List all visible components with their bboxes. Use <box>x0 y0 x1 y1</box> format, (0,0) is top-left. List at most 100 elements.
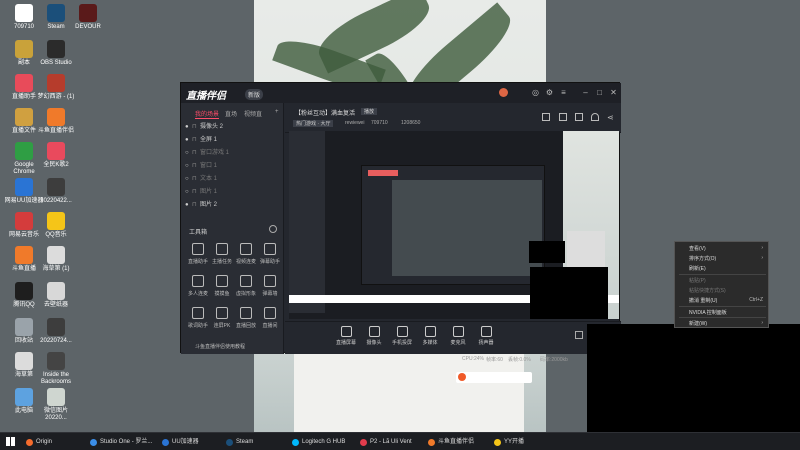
toolbox-item[interactable]: 视频连麦 <box>233 243 259 265</box>
toolbox-item[interactable]: 主播任务 <box>209 243 235 265</box>
lock-icon[interactable] <box>559 113 567 121</box>
lock-icon[interactable]: ⊓ <box>192 186 200 198</box>
app-icon <box>47 318 65 336</box>
desktop-icon[interactable]: QQ音乐 <box>36 212 76 239</box>
toolbox-item[interactable]: 摸摸鱼 <box>209 275 235 297</box>
desktop-icon-label: 回收站 <box>14 338 33 344</box>
taskbar-item[interactable]: P2 - Lã Uli Vent <box>360 437 412 448</box>
taskbar-item[interactable]: UU加速器 <box>162 437 199 448</box>
windows-start-icon[interactable] <box>6 437 15 446</box>
scene-source-row[interactable]: ○ ⊓ 图片 1 <box>185 186 281 198</box>
minimize-icon[interactable]: – <box>581 88 590 97</box>
scene-source-row[interactable]: ○ ⊓ 文本 1 <box>185 173 281 185</box>
tab-scene-3[interactable]: 视频直 <box>244 109 262 118</box>
context-menu-item[interactable]: 撤消 重制(U) Ctrl+Z <box>689 297 767 304</box>
taskbar-item[interactable]: Logitech G HUB <box>292 437 345 448</box>
taskbar-item[interactable]: YY开播 <box>494 437 524 448</box>
menu-icon[interactable]: ≡ <box>559 88 568 97</box>
lock-icon[interactable]: ⊓ <box>192 160 200 172</box>
lock-icon[interactable]: ⊓ <box>192 134 200 146</box>
lock-icon[interactable]: ⊓ <box>192 147 200 159</box>
toolbox-item[interactable]: 弹幕墙 <box>257 275 283 297</box>
context-menu-item[interactable]: 刷新(E) <box>689 265 767 272</box>
taskbar-item[interactable]: 斗鱼直播伴侣 <box>428 437 474 448</box>
desktop-icon[interactable]: 20220422... <box>36 178 76 205</box>
desktop-icon[interactable]: Inside the Backrooms <box>36 352 76 386</box>
taskbar-item[interactable]: Studio One - 罗兰... <box>90 437 152 448</box>
lock-icon[interactable]: ⊓ <box>192 199 200 211</box>
context-menu-item[interactable]: 查看(V) › <box>689 245 767 252</box>
toolbox-item[interactable]: 连屏PK <box>209 307 235 329</box>
share-icon[interactable]: ⋖ <box>607 113 614 122</box>
visibility-icon[interactable]: ○ <box>185 147 192 159</box>
app-icon <box>47 74 65 92</box>
visibility-icon[interactable]: ○ <box>185 186 192 198</box>
bottom-right-icon[interactable] <box>575 331 583 339</box>
toolbox-item[interactable]: 弹幕助手 <box>257 243 283 265</box>
app-icon <box>15 4 33 22</box>
tool-label: 弹幕墙 <box>262 291 278 297</box>
toolbox-item[interactable]: 直播间 <box>257 307 283 329</box>
tab-my-scenes[interactable]: 我的场景 <box>195 109 220 119</box>
toolbox-item[interactable]: 多人连麦 <box>185 275 211 297</box>
bell-icon[interactable] <box>591 113 599 121</box>
bottom-source-button[interactable]: 麦克风 <box>443 326 473 346</box>
toolbox-item[interactable]: 虚拟形象 <box>233 275 259 297</box>
title-bar[interactable]: 直播伴侣 新版 ◎ ⚙ ≡ – □ ✕ <box>181 83 621 103</box>
visibility-icon[interactable]: ○ <box>185 173 192 185</box>
app-icon <box>47 282 65 300</box>
toolbox-item[interactable]: 歌词助手 <box>185 307 211 329</box>
scene-source-row[interactable]: ● ⊓ 图片 2 <box>185 199 281 211</box>
avatar-icon[interactable] <box>499 88 508 97</box>
tool-icon <box>264 307 276 319</box>
visibility-icon[interactable]: ● <box>185 199 192 211</box>
gift-icon[interactable] <box>542 113 550 121</box>
toolbox-item[interactable]: 直播助手 <box>185 243 211 265</box>
taskbar-item[interactable]: Steam <box>226 437 253 448</box>
visibility-icon[interactable]: ● <box>185 134 192 146</box>
desktop-icon[interactable]: 全民K歌2 <box>36 142 76 169</box>
ime-icon[interactable] <box>458 373 466 381</box>
desktop-icon[interactable]: 20220724... <box>36 318 76 345</box>
bottom-source-button[interactable]: 摄像头 <box>359 326 389 346</box>
toolbox-more-icon[interactable] <box>269 225 277 233</box>
lock-icon[interactable]: ⊓ <box>192 121 200 133</box>
maximize-icon[interactable]: □ <box>595 88 604 97</box>
ime-toolbar[interactable] <box>456 372 532 383</box>
desktop-icon[interactable]: 斗鱼直播伴侣 <box>36 108 76 135</box>
screen-icon[interactable] <box>575 113 583 121</box>
close-icon[interactable]: ✕ <box>609 88 618 97</box>
bottom-source-button[interactable]: 多媒体 <box>415 326 445 346</box>
context-menu-item[interactable]: NVIDIA 控制面板 <box>689 309 767 316</box>
visibility-icon[interactable]: ○ <box>185 160 192 172</box>
desktop-icon[interactable]: 去壁纸器 <box>36 282 76 309</box>
desktop-icon-label: 全民K歌2 <box>43 162 69 168</box>
scene-source-row[interactable]: ● ⊓ 摄像头 2 <box>185 121 281 133</box>
desktop-icon[interactable]: DEVOUR <box>68 4 108 31</box>
bottom-source-button[interactable]: 手机投屏 <box>387 326 417 346</box>
desktop-icon[interactable]: 微信图片 20220... <box>36 388 76 422</box>
bottom-source-button[interactable]: 直播屏幕 <box>331 326 361 346</box>
stream-category[interactable]: 热门游戏 · 大厅 <box>293 120 334 127</box>
scene-source-row[interactable]: ○ ⊓ 窗口 1 <box>185 160 281 172</box>
context-menu-item[interactable]: 新建(W) › <box>689 320 767 327</box>
desktop-icon[interactable]: 海草第 (1) <box>36 246 76 273</box>
context-menu-item[interactable]: 排序方式(O) › <box>689 255 767 262</box>
desktop-icon[interactable]: 梦幻西游 - (1) <box>36 74 76 101</box>
toolbox-item[interactable]: 直播回放 <box>233 307 259 329</box>
source-icon <box>368 326 380 337</box>
desktop-context-menu[interactable]: 查看(V) › 排序方式(O) › 刷新(E) 粘贴(P) 粘贴快捷方式(S) 撤消 重制(U… <box>674 241 769 328</box>
add-scene-icon[interactable]: + <box>275 109 279 115</box>
stream-title[interactable]: 【粉丝互动】满血复活 <box>295 108 355 117</box>
scene-source-row[interactable]: ● ⊓ 全屏 1 <box>185 134 281 146</box>
tab-scene-2[interactable]: 直场 <box>225 109 237 118</box>
skin-icon[interactable]: ◎ <box>531 88 540 97</box>
tutorial-link[interactable]: 斗鱼直播伴侣使用教程 <box>195 343 245 350</box>
scene-source-row[interactable]: ○ ⊓ 窗口游戏 1 <box>185 147 281 159</box>
bottom-source-button[interactable]: 扬声器 <box>471 326 501 346</box>
settings-icon[interactable]: ⚙ <box>545 88 554 97</box>
lock-icon[interactable]: ⊓ <box>192 173 200 185</box>
visibility-icon[interactable]: ● <box>185 121 192 133</box>
taskbar-item[interactable]: Origin <box>26 437 52 448</box>
desktop-icon[interactable]: OBS Studio <box>36 40 76 67</box>
